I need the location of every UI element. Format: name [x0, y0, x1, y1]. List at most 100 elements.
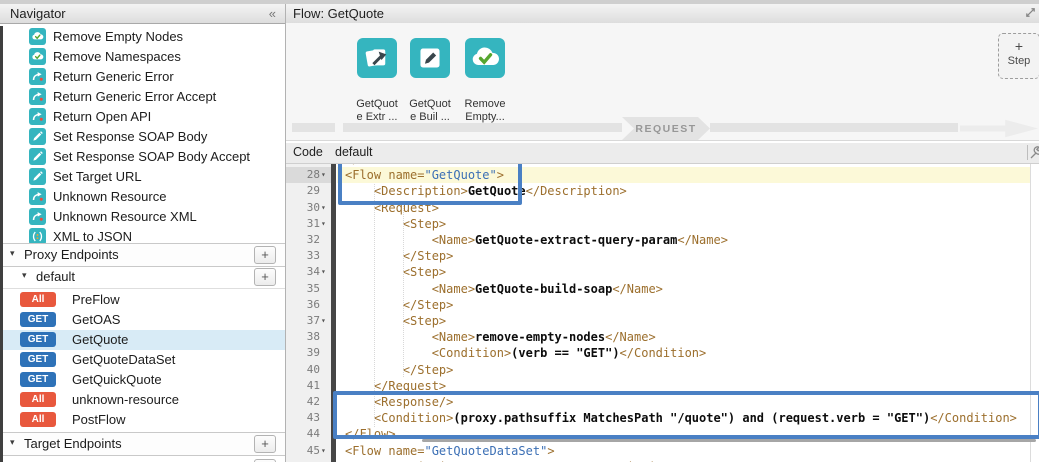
- code-text: </Step>: [345, 362, 453, 378]
- policy-label: Unknown Resource XML: [53, 209, 197, 224]
- code-tab-default[interactable]: default: [335, 145, 373, 159]
- add-flow-button[interactable]: +: [254, 268, 276, 286]
- line-number: 43: [286, 410, 320, 426]
- policy-item[interactable]: Set Response SOAP Body Accept: [0, 147, 285, 167]
- extract-variables-icon[interactable]: [357, 38, 397, 78]
- method-badge: GET: [20, 332, 56, 347]
- pipeline-arrow-icon: [960, 117, 1038, 140]
- fold-arrow-icon[interactable]: ▾: [321, 200, 326, 216]
- raise-fault-icon: [29, 88, 46, 105]
- policy-item[interactable]: Remove Namespaces: [0, 47, 285, 67]
- step-label: GetQuote Extr ...: [349, 98, 405, 124]
- line-number: 32: [286, 232, 320, 248]
- policy-item[interactable]: Remove Empty Nodes: [0, 27, 285, 47]
- request-label: REQUEST: [635, 123, 696, 135]
- apigee-proxy-editor-window: Navigator « Flow: GetQuote Remove Empty …: [0, 0, 1039, 462]
- method-badge: All: [20, 392, 56, 407]
- chevron-down-icon[interactable]: ▾: [10, 437, 15, 448]
- fold-arrow-icon[interactable]: ▾: [321, 443, 326, 459]
- endpoint-item-unknown-resource[interactable]: All unknown-resource: [3, 390, 285, 410]
- assign-message-icon: [29, 148, 46, 165]
- endpoint-label: GetOAS: [72, 312, 120, 327]
- plus-icon: +: [999, 37, 1039, 55]
- policy-item[interactable]: Unknown Resource XML: [0, 207, 285, 227]
- policy-label: Set Target URL: [53, 169, 142, 184]
- line-number: 45: [286, 443, 320, 459]
- endpoint-item-getoas[interactable]: GETGetOAS: [3, 310, 285, 330]
- flow-step[interactable]: GetQuote Extr ...: [357, 38, 397, 78]
- panel-divider[interactable]: [285, 4, 286, 462]
- policy-item[interactable]: Set Response SOAP Body: [0, 127, 285, 147]
- group-default[interactable]: ▾ default +: [0, 266, 285, 289]
- line-number: 44: [286, 426, 320, 442]
- flow-step[interactable]: RemoveEmpty...: [465, 38, 505, 78]
- code-line-37[interactable]: 37▾ <Step>: [286, 313, 1039, 330]
- step-label: RemoveEmpty...: [457, 98, 513, 124]
- line-number: 42: [286, 394, 320, 410]
- fold-arrow-icon[interactable]: ▾: [321, 216, 326, 232]
- section-target-endpoints[interactable]: ▾ Target Endpoints +: [0, 432, 285, 456]
- endpoint-item-getquote[interactable]: GETGetQuote: [3, 330, 285, 350]
- line-number: 36: [286, 297, 320, 313]
- code-line-33[interactable]: 33 </Step>: [286, 248, 1039, 265]
- code-editor[interactable]: 27</Flow>28▾<Flow name="GetQuote">29 <De…: [286, 164, 1039, 462]
- section-proxy-endpoints[interactable]: ▾ Proxy Endpoints +: [0, 243, 285, 267]
- horizontal-scrollbar[interactable]: [422, 439, 1036, 442]
- collapse-sidebar-icon[interactable]: «: [269, 4, 276, 23]
- highlight-box-condition: [333, 391, 1039, 439]
- policy-item[interactable]: Return Open API: [0, 107, 285, 127]
- fold-arrow-icon[interactable]: ▾: [321, 264, 326, 280]
- group-target-default[interactable]: ▾ default +: [0, 457, 285, 462]
- flow-title: Flow: GetQuote: [293, 4, 384, 23]
- endpoint-item-postflow[interactable]: AllPostFlow: [3, 410, 285, 430]
- build-message-icon[interactable]: [410, 38, 450, 78]
- policy-item[interactable]: Set Target URL: [0, 167, 285, 187]
- endpoint-label: unknown-resource: [72, 392, 179, 407]
- step-label: GetQuote Buil ...: [402, 98, 458, 124]
- endpoint-item-preflow[interactable]: AllPreFlow: [3, 290, 285, 310]
- policy-item[interactable]: Return Generic Error: [0, 67, 285, 87]
- expand-icon[interactable]: [1024, 6, 1037, 24]
- code-line-40[interactable]: 40 </Step>: [286, 362, 1039, 379]
- raise-fault-icon: [29, 68, 46, 85]
- policy-item[interactable]: Return Generic Error Accept: [0, 87, 285, 107]
- endpoint-item-getquotedataset[interactable]: GETGetQuoteDataSet: [3, 350, 285, 370]
- cloud-check-icon: [29, 28, 46, 45]
- policy-label: Return Generic Error: [53, 69, 174, 84]
- code-text: <Step>: [345, 216, 446, 232]
- add-proxy-endpoint-button[interactable]: +: [254, 246, 276, 264]
- code-line-35[interactable]: 35 <Name>GetQuote-build-soap</Name>: [286, 281, 1039, 298]
- cloud-check-icon: [29, 48, 46, 65]
- add-target-endpoint-button[interactable]: +: [254, 435, 276, 453]
- code-line-36[interactable]: 36 </Step>: [286, 297, 1039, 314]
- cloud-check-icon[interactable]: [465, 38, 505, 78]
- policy-item[interactable]: Unknown Resource: [0, 187, 285, 207]
- add-step-button[interactable]: + Step: [998, 33, 1039, 79]
- line-number: 41: [286, 378, 320, 394]
- flow-pipeline-segment: [292, 123, 335, 132]
- endpoint-item-getquickquote[interactable]: GETGetQuickQuote: [3, 370, 285, 390]
- code-line-34[interactable]: 34▾ <Step>: [286, 264, 1039, 281]
- fold-arrow-icon[interactable]: ▾: [321, 313, 326, 329]
- code-text: <Condition>(verb == "GET")</Condition>: [345, 345, 706, 361]
- code-line-39[interactable]: 39 <Condition>(verb == "GET")</Condition…: [286, 345, 1039, 362]
- code-label: Code: [293, 145, 323, 159]
- code-text: <Name>remove-empty-nodes</Name>: [345, 329, 656, 345]
- line-number: 37: [286, 313, 320, 329]
- settings-wrench-icon[interactable]: [1028, 145, 1039, 161]
- raise-fault-icon: [29, 188, 46, 205]
- sidebar-left-scrollbar[interactable]: [0, 26, 3, 462]
- code-line-32[interactable]: 32 <Name>GetQuote-extract-query-param</N…: [286, 232, 1039, 249]
- line-number: 30: [286, 200, 320, 216]
- chevron-down-icon[interactable]: ▾: [10, 248, 15, 259]
- code-line-45[interactable]: 45▾<Flow name="GetQuoteDataSet">: [286, 443, 1039, 460]
- navigator-title: Navigator: [10, 4, 66, 23]
- chevron-down-icon[interactable]: ▾: [22, 270, 27, 281]
- fold-arrow-icon[interactable]: ▾: [321, 167, 326, 183]
- group-label: default: [36, 269, 75, 284]
- flow-step[interactable]: GetQuote Buil ...: [410, 38, 450, 78]
- request-pipeline-banner: REQUEST: [622, 117, 710, 140]
- code-text: </Step>: [345, 297, 453, 313]
- code-line-38[interactable]: 38 <Name>remove-empty-nodes</Name>: [286, 329, 1039, 346]
- code-line-31[interactable]: 31▾ <Step>: [286, 216, 1039, 233]
